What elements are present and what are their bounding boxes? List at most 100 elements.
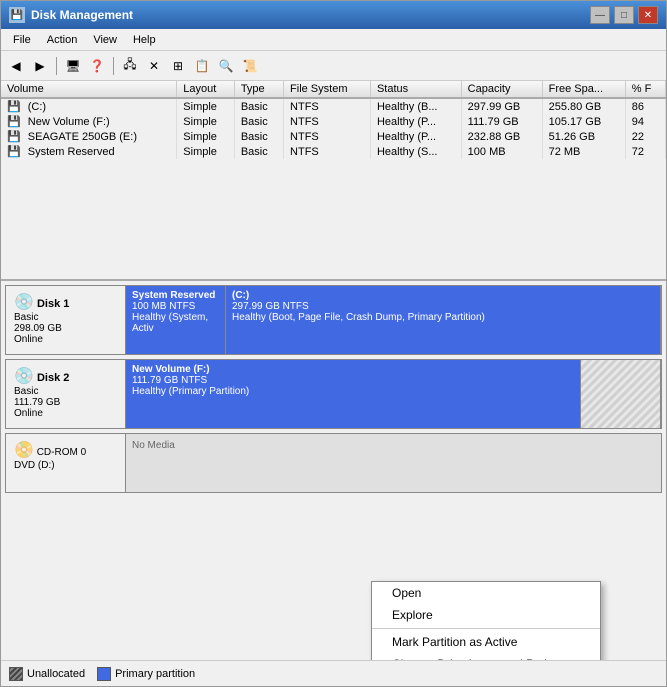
minimize-button[interactable]: — <box>590 6 610 24</box>
disk2-status: Online <box>14 408 117 419</box>
cdrom-media: No Media <box>132 440 655 451</box>
disk2-size: 111.79 GB <box>14 397 117 408</box>
vol-free: 51.26 GB <box>542 129 625 144</box>
find-button[interactable]: 🔍 <box>215 55 237 77</box>
vol-status: Healthy (P... <box>370 129 461 144</box>
disk2-name: 💿 Disk 2 <box>14 366 117 386</box>
col-type[interactable]: Type <box>234 81 283 98</box>
ctx-change-drive-letter[interactable]: Change Drive Letter and Paths... <box>372 653 600 660</box>
window-controls: — □ ✕ <box>590 6 658 24</box>
toolbar-separator-2 <box>113 57 114 75</box>
title-bar: 💾 Disk Management — □ ✕ <box>1 1 666 29</box>
table-row[interactable]: 💾 New Volume (F:) Simple Basic NTFS Heal… <box>1 114 666 129</box>
col-filesystem[interactable]: File System <box>284 81 371 98</box>
vol-pct: 72 <box>625 144 665 159</box>
window-title: Disk Management <box>31 8 133 22</box>
vol-type: Basic <box>234 114 283 129</box>
vol-layout: Simple <box>177 114 235 129</box>
vol-capacity: 100 MB <box>461 144 542 159</box>
vol-capacity: 232.88 GB <box>461 129 542 144</box>
forward-button[interactable]: ▶ <box>29 55 51 77</box>
disk2-unallocated[interactable] <box>581 360 661 428</box>
legend-unallocated-label: Unallocated <box>27 668 85 680</box>
table-row[interactable]: 💾 (C:) Simple Basic NTFS Healthy (B... 2… <box>1 98 666 114</box>
delete-button[interactable]: ✕ <box>143 55 165 77</box>
vol-pct: 94 <box>625 114 665 129</box>
disk1-partition-sysreserved[interactable]: System Reserved 100 MB NTFS Healthy (Sys… <box>126 286 226 354</box>
cdrom-info: 📀 CD-ROM 0 DVD (D:) <box>6 434 126 492</box>
menu-action[interactable]: Action <box>39 32 86 48</box>
toolbar: ◀ ▶ 🖥 ❓ 🖧 ✕ ⊞ 📋 🔍 📜 <box>1 51 666 81</box>
script-button[interactable]: 📜 <box>239 55 261 77</box>
vol-free: 105.17 GB <box>542 114 625 129</box>
table-row[interactable]: 💾 System Reserved Simple Basic NTFS Heal… <box>1 144 666 159</box>
vol-name: 💾 SEAGATE 250GB (E:) <box>1 129 177 144</box>
vol-name: 💾 (C:) <box>1 98 177 114</box>
vol-free: 72 MB <box>542 144 625 159</box>
disk1-partition-c[interactable]: (C:) 297.99 GB NTFS Healthy (Boot, Page … <box>226 286 661 354</box>
table-row[interactable]: 💾 SEAGATE 250GB (E:) Simple Basic NTFS H… <box>1 129 666 144</box>
disk2-row: 💿 Disk 2 Basic 111.79 GB Online New Volu… <box>5 359 662 429</box>
vol-type: Basic <box>234 98 283 114</box>
col-volume[interactable]: Volume <box>1 81 177 98</box>
col-layout[interactable]: Layout <box>177 81 235 98</box>
vol-capacity: 297.99 GB <box>461 98 542 114</box>
legend-primary-icon <box>97 667 111 681</box>
menu-help[interactable]: Help <box>125 32 164 48</box>
legend-primary-label: Primary partition <box>115 668 195 680</box>
vol-status: Healthy (P... <box>370 114 461 129</box>
vol-pct: 22 <box>625 129 665 144</box>
cdrom-type: DVD (D:) <box>14 460 117 471</box>
vol-type: Basic <box>234 144 283 159</box>
menu-file[interactable]: File <box>5 32 39 48</box>
vol-layout: Simple <box>177 129 235 144</box>
properties-button[interactable]: ⊞ <box>167 55 189 77</box>
toolbar-separator-1 <box>56 57 57 75</box>
console-button[interactable]: 🖥 <box>62 55 84 77</box>
cdrom-name: 📀 CD-ROM 0 <box>14 440 117 460</box>
disk2-partition-f[interactable]: New Volume (F:) 111.79 GB NTFS Healthy (… <box>126 360 581 428</box>
disk2-partitions: New Volume (F:) 111.79 GB NTFS Healthy (… <box>126 360 661 428</box>
legend-unallocated: Unallocated <box>9 667 85 681</box>
close-button[interactable]: ✕ <box>638 6 658 24</box>
connect-button[interactable]: 🖧 <box>119 55 141 77</box>
vol-layout: Simple <box>177 98 235 114</box>
disk1-partitions: System Reserved 100 MB NTFS Healthy (Sys… <box>126 286 661 354</box>
col-status[interactable]: Status <box>370 81 461 98</box>
disk1-status: Online <box>14 334 117 345</box>
menu-bar: File Action View Help <box>1 29 666 51</box>
cdrom-body: No Media <box>126 434 661 492</box>
col-capacity[interactable]: Capacity <box>461 81 542 98</box>
col-pct[interactable]: % F <box>625 81 665 98</box>
ctx-explore[interactable]: Explore <box>372 604 600 626</box>
legend-unallocated-icon <box>9 667 23 681</box>
vol-fs: NTFS <box>284 114 371 129</box>
vol-fs: NTFS <box>284 98 371 114</box>
export-button[interactable]: 📋 <box>191 55 213 77</box>
main-window: 💾 Disk Management — □ ✕ File Action View… <box>0 0 667 687</box>
legend-primary: Primary partition <box>97 667 195 681</box>
vol-fs: NTFS <box>284 144 371 159</box>
maximize-button[interactable]: □ <box>614 6 634 24</box>
vol-pct: 86 <box>625 98 665 114</box>
menu-view[interactable]: View <box>85 32 125 48</box>
disk-map-area: 💿 Disk 1 Basic 298.09 GB Online System R… <box>1 281 666 660</box>
disk1-row: 💿 Disk 1 Basic 298.09 GB Online System R… <box>5 285 662 355</box>
back-button[interactable]: ◀ <box>5 55 27 77</box>
ctx-sep-1 <box>372 628 600 629</box>
help-button[interactable]: ❓ <box>86 55 108 77</box>
disk2-type: Basic <box>14 386 117 397</box>
disk1-info: 💿 Disk 1 Basic 298.09 GB Online <box>6 286 126 354</box>
context-menu: Open Explore Mark Partition as Active Ch… <box>371 581 601 660</box>
vol-status: Healthy (S... <box>370 144 461 159</box>
vol-capacity: 111.79 GB <box>461 114 542 129</box>
disk1-size: 298.09 GB <box>14 323 117 334</box>
app-icon: 💾 <box>9 7 25 23</box>
disk2-info: 💿 Disk 2 Basic 111.79 GB Online <box>6 360 126 428</box>
ctx-mark-active[interactable]: Mark Partition as Active <box>372 631 600 653</box>
ctx-open[interactable]: Open <box>372 582 600 604</box>
volume-table: Volume Layout Type File System Status Ca… <box>1 81 666 159</box>
vol-status: Healthy (B... <box>370 98 461 114</box>
col-free[interactable]: Free Spa... <box>542 81 625 98</box>
volume-table-area: Volume Layout Type File System Status Ca… <box>1 81 666 281</box>
